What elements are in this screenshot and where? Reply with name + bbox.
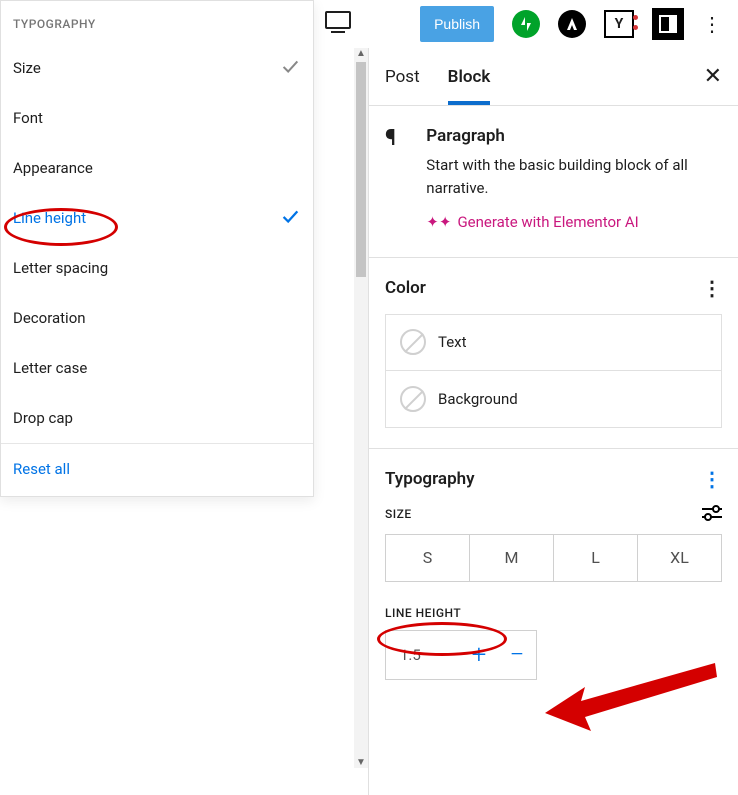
typo-option-drop-cap[interactable]: Drop cap (1, 393, 313, 443)
color-row-label: Background (438, 390, 518, 408)
typography-section: Typography ⋮ Size S M L XL Line Height 1… (369, 449, 738, 700)
typo-option-line-height[interactable]: Line height (1, 193, 313, 243)
scrollbar-thumb[interactable] (356, 62, 366, 277)
close-sidebar-icon[interactable]: ✕ (704, 64, 722, 89)
color-text-row[interactable]: Text (386, 315, 721, 371)
typo-option-label: Appearance (13, 159, 93, 177)
settings-toggle-icon[interactable] (652, 8, 684, 40)
more-menu-icon[interactable]: ⋮ (702, 12, 722, 36)
scroll-up-icon[interactable]: ▲ (356, 48, 366, 59)
block-description: Start with the basic building block of a… (426, 154, 722, 201)
publish-button[interactable]: Publish (420, 6, 494, 42)
typo-option-letter-case[interactable]: Letter case (1, 343, 313, 393)
typo-option-label: Letter spacing (13, 259, 108, 277)
size-m[interactable]: M (469, 535, 553, 581)
typo-option-size[interactable]: Size (1, 43, 313, 93)
color-list: Text Background (385, 314, 722, 428)
typo-option-label: Size (13, 59, 41, 77)
color-row-label: Text (438, 333, 467, 351)
typo-option-font[interactable]: Font (1, 93, 313, 143)
check-icon (279, 205, 301, 231)
desktop-preview-icon[interactable] (325, 11, 351, 37)
typography-options-icon[interactable]: ⋮ (702, 467, 722, 491)
size-xl[interactable]: XL (637, 535, 721, 581)
line-height-value: 1.5 (386, 646, 460, 664)
typo-option-label: Font (13, 109, 43, 127)
size-s[interactable]: S (386, 535, 469, 581)
settings-sidebar: Post Block ✕ ¶ Paragraph Start with the … (368, 48, 738, 795)
block-title: Paragraph (426, 126, 722, 146)
typo-option-appearance[interactable]: Appearance (1, 143, 313, 193)
section-title: Color (385, 278, 426, 298)
typo-option-letter-spacing[interactable]: Letter spacing (1, 243, 313, 293)
paragraph-icon: ¶ (385, 126, 410, 231)
typo-option-label: Drop cap (13, 409, 73, 427)
jetpack-icon[interactable] (512, 10, 540, 38)
typo-option-decoration[interactable]: Decoration (1, 293, 313, 343)
tab-block[interactable]: Block (448, 48, 491, 105)
typo-option-label: Line height (13, 209, 86, 227)
increment-button[interactable]: + (460, 631, 498, 679)
reset-all-button[interactable]: Reset all (1, 444, 313, 496)
astra-icon[interactable] (558, 10, 586, 38)
color-background-row[interactable]: Background (386, 371, 721, 427)
color-options-icon[interactable]: ⋮ (702, 276, 722, 300)
sparkle-icon: ✦✦ (426, 213, 451, 231)
typo-option-label: Decoration (13, 309, 86, 327)
generate-ai-link[interactable]: ✦✦ Generate with Elementor AI (426, 213, 722, 231)
scrollbar[interactable]: ▲ ▼ (354, 48, 368, 768)
size-segmented: S M L XL (385, 534, 722, 582)
ai-link-label: Generate with Elementor AI (457, 213, 638, 231)
tab-post[interactable]: Post (385, 48, 420, 105)
typography-options-popover: Typography Size Font Appearance Line hei… (0, 0, 314, 497)
scroll-down-icon[interactable]: ▼ (356, 757, 366, 768)
block-info: ¶ Paragraph Start with the basic buildin… (369, 106, 738, 258)
swatch-empty-icon (400, 329, 426, 355)
size-l[interactable]: L (553, 535, 637, 581)
color-section: Color ⋮ Text Background (369, 258, 738, 449)
sliders-icon[interactable] (702, 505, 722, 524)
line-height-input[interactable]: 1.5 + − (385, 630, 537, 680)
size-label: Size (385, 507, 412, 521)
line-height-label: Line Height (385, 606, 722, 620)
popover-title: Typography (1, 1, 313, 43)
yoast-icon[interactable]: Y (604, 10, 634, 38)
swatch-empty-icon (400, 386, 426, 412)
section-title: Typography (385, 469, 475, 489)
check-icon (279, 55, 301, 81)
typo-option-label: Letter case (13, 359, 87, 377)
sidebar-tabs: Post Block ✕ (369, 48, 738, 106)
decrement-button[interactable]: − (498, 631, 536, 679)
